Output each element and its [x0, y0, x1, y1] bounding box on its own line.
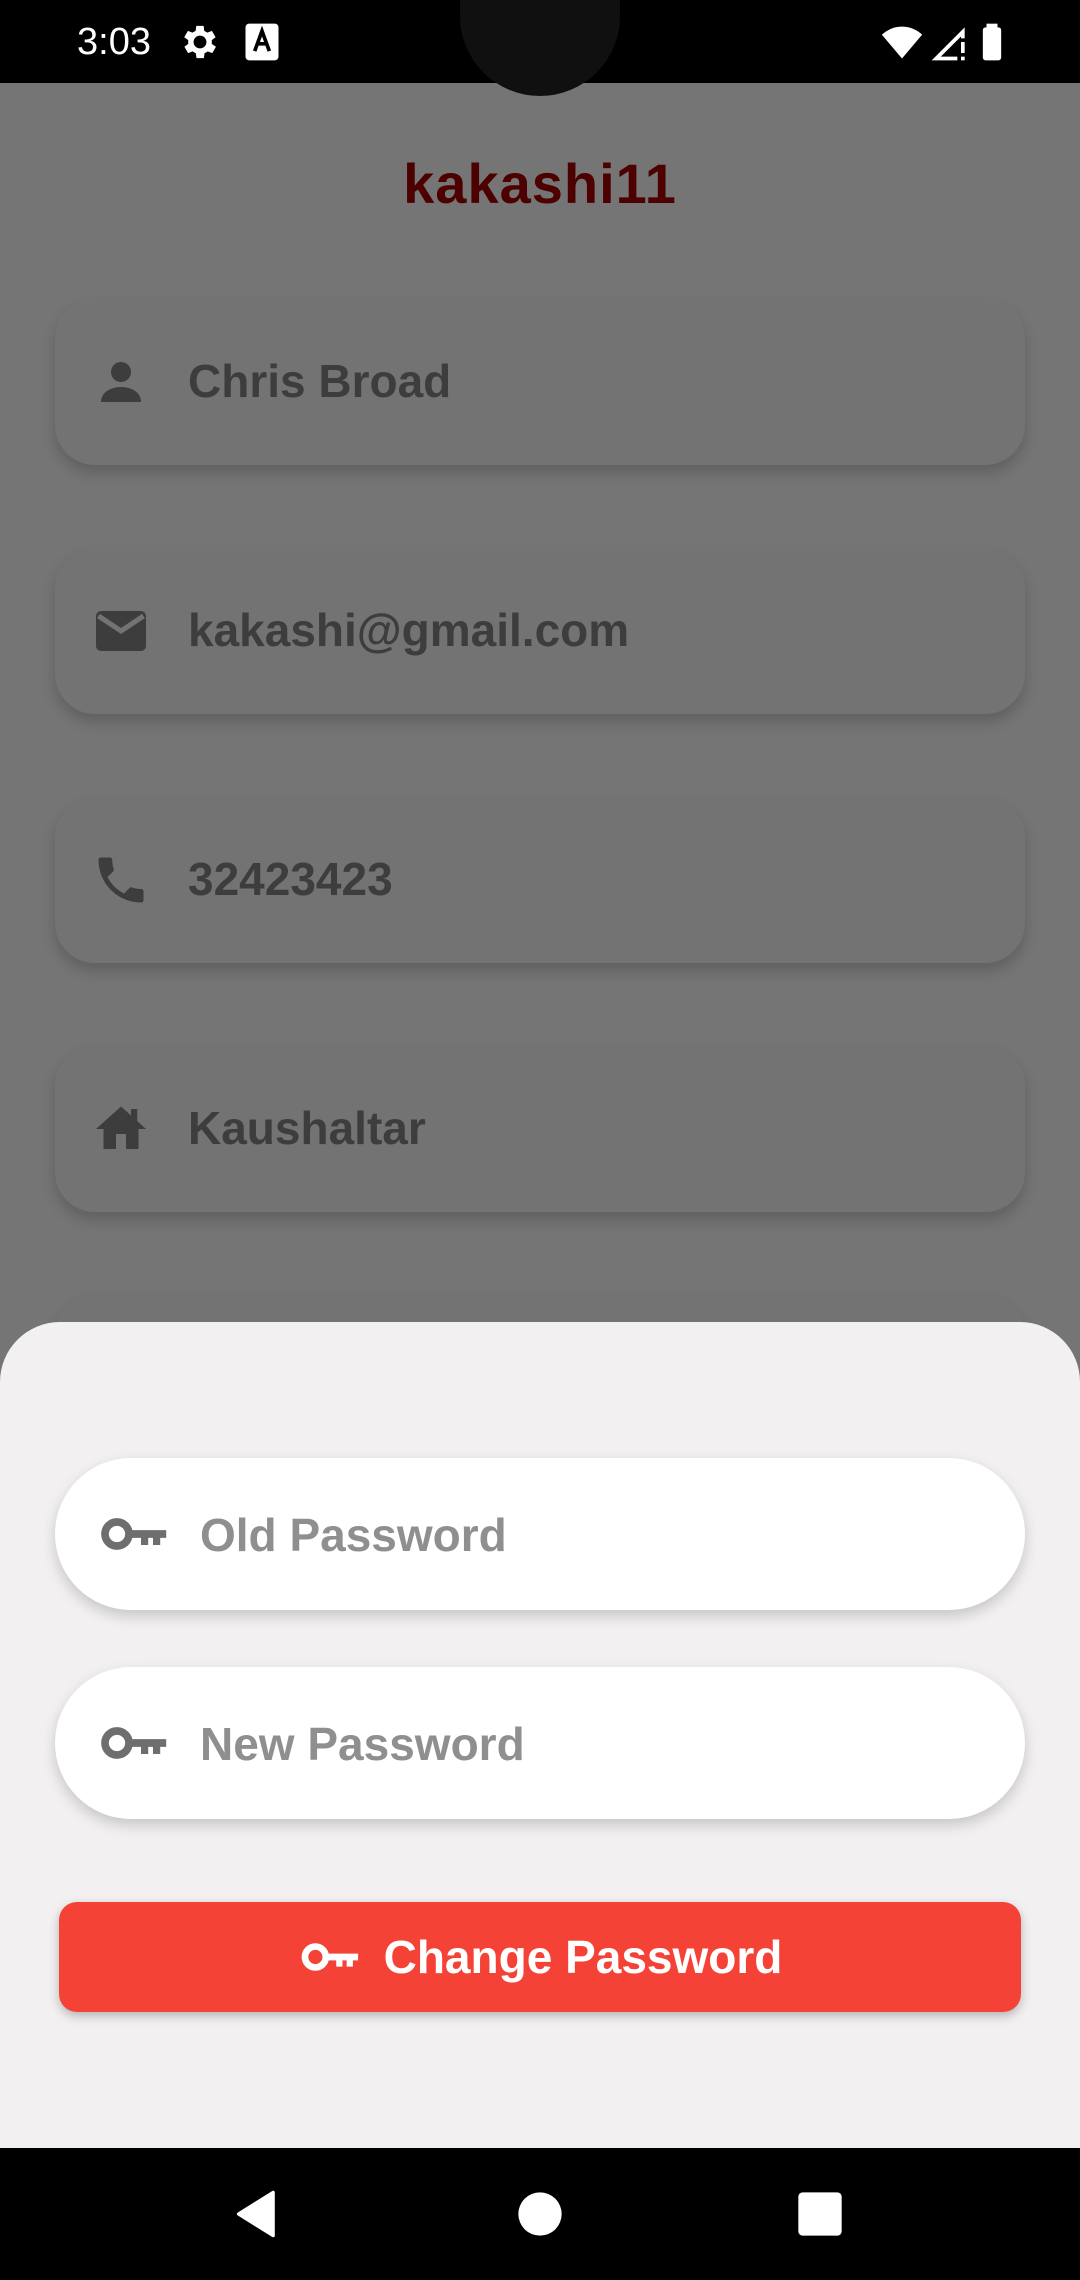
key-icon	[99, 1504, 171, 1564]
home-circle-icon[interactable]	[514, 2188, 566, 2240]
battery-icon	[970, 20, 1014, 64]
old-password-input[interactable]	[198, 1458, 982, 1612]
signal-icon	[928, 20, 972, 64]
change-password-sheet: Change Password	[0, 1322, 1080, 2148]
back-icon[interactable]	[232, 2188, 284, 2240]
phone-icon	[91, 850, 151, 910]
key-icon	[99, 1713, 171, 1773]
phone-text: 32423423	[188, 853, 393, 905]
email-card: kakashi@gmail.com	[55, 548, 1025, 714]
change-password-button[interactable]: Change Password	[59, 1902, 1021, 2012]
profile-page: kakashi11 Chris Broad kakashi@gmail.com …	[0, 83, 1080, 1461]
wifi-icon	[880, 20, 924, 64]
profile-username: kakashi11	[403, 152, 677, 215]
email-text: kakashi@gmail.com	[188, 604, 630, 656]
change-password-label: Change Password	[383, 1931, 783, 1983]
new-password-field[interactable]	[55, 1667, 1025, 1821]
status-time: 3:03	[77, 21, 151, 63]
home-icon	[91, 1099, 151, 1159]
address-card: Kaushaltar	[55, 1046, 1025, 1212]
old-password-field[interactable]	[55, 1458, 1025, 1612]
recents-square-icon[interactable]	[794, 2188, 846, 2240]
person-icon	[91, 352, 151, 412]
gear-icon	[178, 20, 222, 64]
key-icon	[298, 1932, 364, 1982]
full-name-text: Chris Broad	[188, 355, 452, 407]
navigation-bar	[0, 2148, 1080, 2280]
new-password-input[interactable]	[198, 1667, 982, 1821]
name-card: Chris Broad	[55, 299, 1025, 465]
text-a-icon	[240, 20, 284, 64]
address-text: Kaushaltar	[188, 1102, 426, 1154]
phone-card: 32423423	[55, 797, 1025, 963]
email-icon	[91, 601, 151, 661]
